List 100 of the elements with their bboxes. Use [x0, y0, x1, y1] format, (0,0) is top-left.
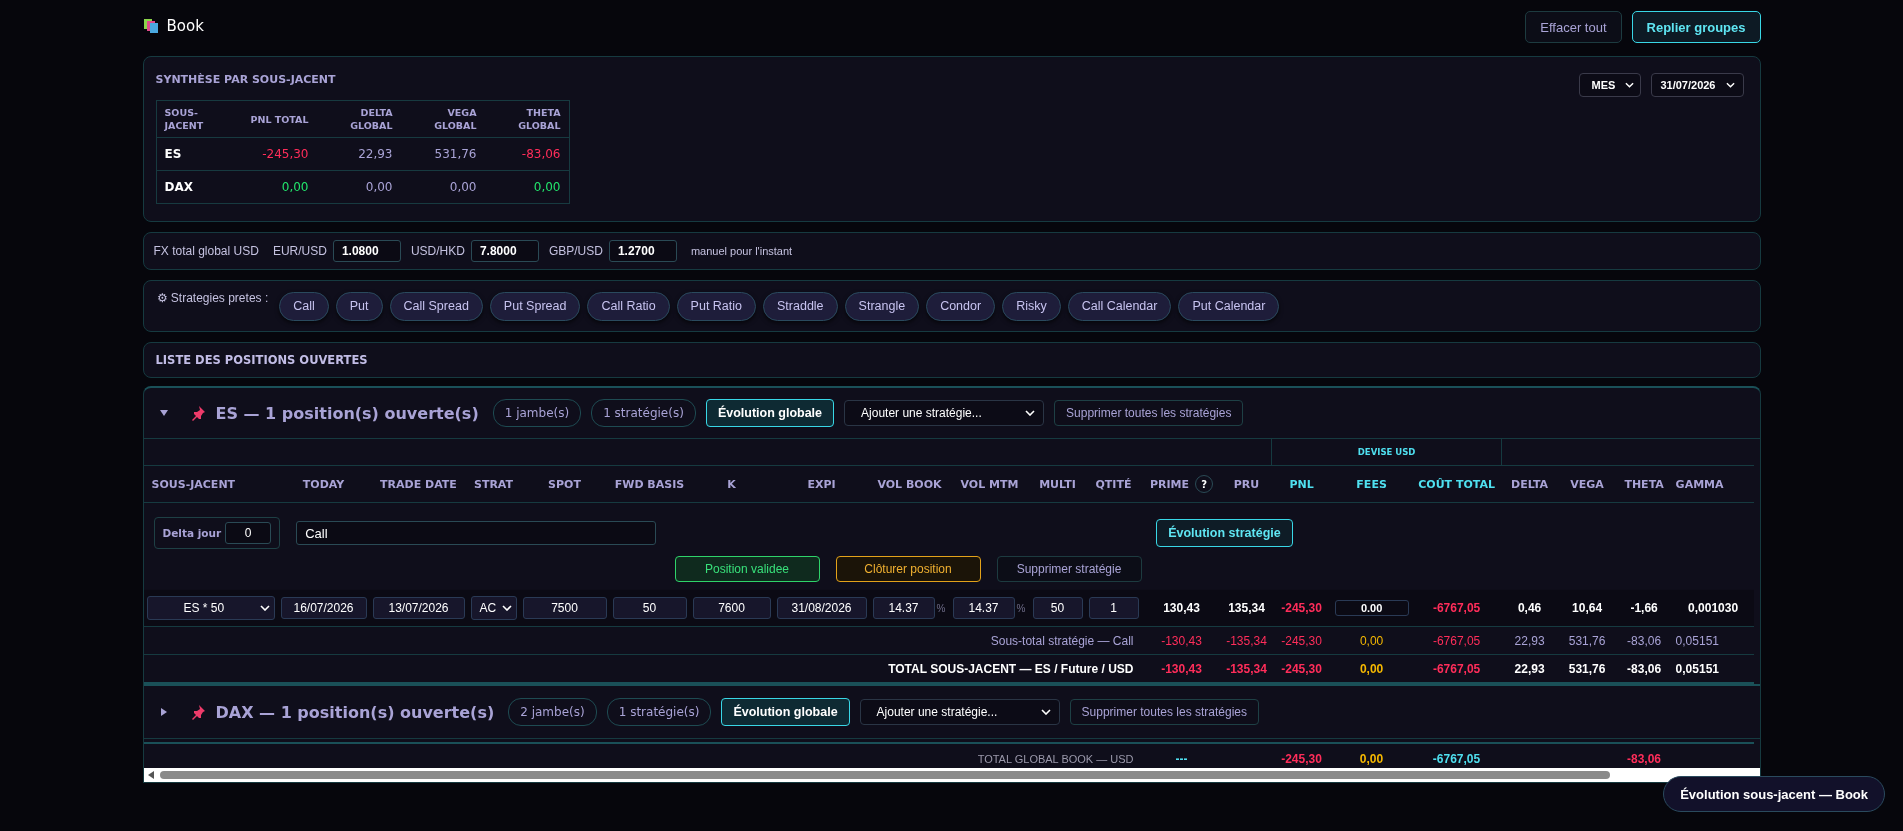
- table-cell: 0,00: [1359, 661, 1384, 676]
- add-strategy-select[interactable]: Ajouter une stratégie...: [859, 699, 1060, 725]
- strategy-preset-button[interactable]: Put Ratio: [676, 291, 756, 321]
- presets-label: ⚙ Strategies pretes :: [156, 291, 269, 305]
- input-field[interactable]: 7600: [692, 597, 771, 619]
- column-header: MULTI: [1039, 477, 1076, 491]
- table-cell: -130,43: [1161, 661, 1202, 676]
- chevron-icon: [1025, 410, 1036, 416]
- table-cell: -245,30: [1281, 633, 1322, 648]
- input-field[interactable]: 31/08/2026: [776, 597, 867, 619]
- table-cell: -6767,05: [1432, 633, 1481, 648]
- section-title: SYNTHÈSE PAR SOUS-JACENT: [155, 73, 337, 86]
- table-cell: 10,64: [1572, 601, 1603, 615]
- strategy-evolution-button[interactable]: Évolution stratégie: [1156, 519, 1293, 547]
- column-header: SOUS-JACENT: [164, 106, 205, 132]
- strategy-preset-button[interactable]: Call Calendar: [1067, 291, 1172, 321]
- underlying-evolution-button[interactable]: Évolution sous-jacent — Book: [1663, 776, 1885, 812]
- table-cell: -245,30: [1281, 752, 1322, 766]
- rate-field[interactable]: 1.2700: [608, 240, 677, 262]
- table-cell: 0,00: [449, 180, 477, 194]
- horizontal-scrollbar[interactable]: [143, 768, 1760, 782]
- delete-all-strategies-button[interactable]: Supprimer toutes les stratégies: [1054, 400, 1244, 426]
- close-position-button[interactable]: Clôturer position: [835, 556, 981, 582]
- period-select[interactable]: MES: [1578, 73, 1642, 97]
- table-cell: -1,66: [1630, 601, 1658, 615]
- input-field[interactable]: 50: [612, 597, 687, 619]
- global-evolution-button[interactable]: Évolution globale: [705, 399, 835, 427]
- input-field[interactable]: 13/07/2026: [372, 597, 465, 619]
- validate-position-button[interactable]: Position validee: [674, 556, 820, 582]
- strategy-preset-button[interactable]: Straddle: [763, 291, 838, 321]
- fees-field[interactable]: 0.00: [1334, 600, 1409, 616]
- chevron-icon: [1040, 709, 1051, 715]
- table-cell: 0,00: [533, 180, 561, 194]
- fx-label: FX total global USD: [153, 244, 259, 258]
- table-cell: 0,05151: [1675, 661, 1719, 676]
- section-title: LISTE DES POSITIONS OUVERTES: [155, 353, 368, 367]
- select-field[interactable]: AC: [470, 596, 517, 620]
- strategy-preset-button[interactable]: Risky: [1002, 291, 1061, 321]
- scroll-left-icon[interactable]: [147, 771, 154, 779]
- input-field[interactable]: 14.37: [872, 597, 935, 619]
- table-cell: -6767,05: [1432, 752, 1481, 766]
- input-field[interactable]: 50: [1032, 597, 1083, 619]
- table-cell: -245,30: [1281, 601, 1322, 615]
- column-header: TRADE DATE: [380, 477, 457, 491]
- strategy-preset-button[interactable]: Call Spread: [389, 291, 483, 321]
- table-cell: -83,06: [521, 147, 561, 161]
- input-field[interactable]: 16/07/2026: [280, 597, 367, 619]
- table-cell: -245,30: [1281, 661, 1322, 676]
- rate-field[interactable]: 1.0800: [332, 240, 401, 262]
- delta-field[interactable]: 0: [225, 522, 272, 544]
- column-header: TODAY: [302, 477, 345, 491]
- percent-unit: %: [1016, 602, 1026, 614]
- strategy-preset-button[interactable]: Call Ratio: [587, 291, 670, 321]
- strategy-preset-button[interactable]: Condor: [926, 291, 996, 321]
- column-header: THETA GLOBAL: [517, 106, 561, 132]
- strategy-preset-button[interactable]: Put Calendar: [1178, 291, 1280, 321]
- delete-strategy-button[interactable]: Supprimer stratégie: [996, 556, 1142, 582]
- date-select[interactable]: 31/07/2026: [1651, 73, 1744, 97]
- select-field[interactable]: ES * 50: [146, 596, 275, 620]
- table-cell: 22,93: [358, 147, 393, 161]
- table-cell: -135,34: [1226, 633, 1267, 648]
- caret-icon[interactable]: [159, 409, 168, 417]
- strategies-badge: 1 stratégie(s): [606, 698, 712, 726]
- group-title: DAX — 1 position(s) ouverte(s): [215, 702, 495, 722]
- add-strategy-select[interactable]: Ajouter une stratégie...: [844, 400, 1045, 426]
- pair-label: USD/HKD: [410, 244, 465, 258]
- column-header: VOL BOOK: [877, 477, 942, 491]
- table-cell: 0,001030: [1688, 601, 1739, 615]
- delete-all-strategies-button[interactable]: Supprimer toutes les stratégies: [1069, 699, 1259, 725]
- table-cell: -245,30: [262, 147, 309, 161]
- table-cell: 0,00: [365, 180, 393, 194]
- input-field[interactable]: 7500: [522, 597, 607, 619]
- collapse-groups-button[interactable]: Replier groupes: [1631, 11, 1761, 43]
- column-header: DELTA GLOBAL: [349, 106, 393, 132]
- table-cell: ES: [164, 147, 182, 161]
- column-header: FEES: [1356, 477, 1387, 491]
- input-field[interactable]: 14.37: [952, 597, 1015, 619]
- strategy-preset-button[interactable]: Put: [335, 291, 383, 321]
- table-cell: -83,06: [1627, 752, 1661, 766]
- chevron-icon: [1625, 82, 1635, 88]
- group-title: ES — 1 position(s) ouverte(s): [215, 403, 479, 423]
- table-cell: ---: [1175, 752, 1188, 766]
- column-header: DELTA: [1511, 477, 1549, 491]
- strategy-preset-button[interactable]: Call: [279, 291, 329, 321]
- clear-all-button[interactable]: Effacer tout: [1525, 11, 1622, 43]
- table-cell: -135,34: [1226, 661, 1267, 676]
- strategy-preset-button[interactable]: Put Spread: [489, 291, 581, 321]
- table-cell: DAX: [164, 180, 193, 194]
- table-cell: 0,00: [1359, 633, 1384, 648]
- strategy-name-field[interactable]: Call: [296, 521, 657, 545]
- caret-icon[interactable]: [159, 708, 168, 716]
- currency-header: DEVISE USD: [1357, 447, 1416, 457]
- legs-badge: 1 jambe(s): [492, 399, 582, 427]
- input-field[interactable]: 1: [1088, 597, 1139, 619]
- row-label: TOTAL GLOBAL BOOK — USD: [977, 753, 1134, 765]
- rate-field[interactable]: 7.8000: [470, 240, 539, 262]
- global-evolution-button[interactable]: Évolution globale: [721, 698, 850, 726]
- table-cell: 0,00: [281, 180, 309, 194]
- strategy-preset-button[interactable]: Strangle: [844, 291, 920, 321]
- table-cell: 22,93: [1514, 661, 1545, 676]
